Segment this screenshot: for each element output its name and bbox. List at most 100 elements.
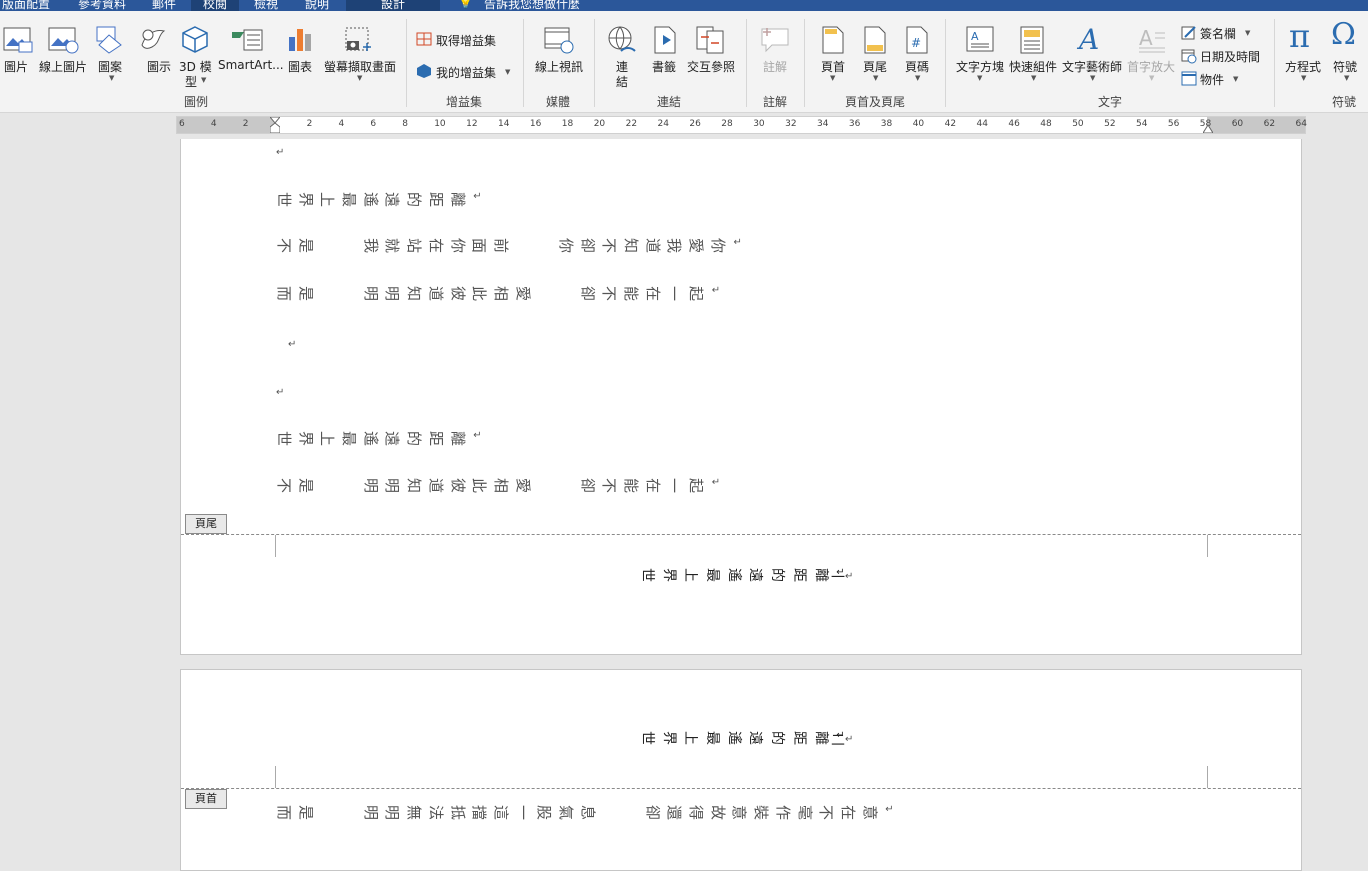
comment-icon — [761, 28, 789, 53]
page-number-button[interactable]: 頁碼 — [905, 58, 929, 75]
tab-mailings[interactable]: 郵件 — [152, 0, 176, 11]
ruler-tick-label: 22 — [625, 119, 638, 129]
footer-title[interactable]: 世界上最遙遠的距離 ↵ — [639, 567, 845, 587]
ruler-tick-label: 34 — [817, 119, 829, 129]
chevron-down-icon: ▼ — [1090, 74, 1096, 82]
icons-button[interactable]: 圖示 — [147, 58, 171, 75]
ruler-margin-right — [1207, 117, 1305, 133]
tab-review[interactable]: 校閱 — [191, 0, 240, 11]
group-links-label: 連結 — [657, 95, 682, 109]
group-header-footer-label: 頁首及頁尾 — [845, 95, 906, 109]
ruler-tick-label: 4 — [210, 119, 217, 129]
ruler-tick-label: 8 — [402, 119, 409, 129]
smartart-button[interactable]: SmartArt... — [218, 58, 284, 72]
new-comment-button[interactable]: 註解 — [763, 58, 787, 75]
footer-tag: 頁尾 — [185, 514, 227, 534]
tell-me-icon: 💡 — [458, 0, 473, 9]
ruler-tick-label: 44 — [976, 119, 988, 129]
screenshot-button[interactable]: 螢幕擷取畫面 — [324, 58, 396, 75]
chevron-down-icon: ▼ — [977, 74, 983, 82]
indent-marker-icon[interactable] — [270, 117, 280, 133]
verse-line[interactable]: 不是 我就站在你面前 你卻不知道我愛你 ↵ — [275, 237, 742, 258]
tab-help[interactable]: 說明 — [305, 0, 329, 11]
right-indent-marker-icon[interactable] — [1203, 123, 1213, 133]
chevron-down-icon: ▼ — [915, 74, 921, 82]
ruler-tick-label: 10 — [434, 119, 446, 129]
footer-button[interactable]: 頁尾 — [863, 58, 887, 75]
ribbon-separator — [406, 19, 407, 107]
ruler-tick-label: 56 — [1167, 119, 1180, 129]
chevron-down-icon: ▼ — [357, 74, 363, 82]
signature-line-button[interactable]: 簽名欄 — [1200, 25, 1236, 42]
drop-cap-button[interactable]: 首字放大 — [1127, 58, 1175, 75]
verse-line[interactable]: 而是 明明無法抵擋這一股氣息 卻還得故意裝作毫不在意 ↵ — [275, 804, 894, 825]
3d-models-label-2: 型 — [185, 75, 198, 89]
tab-design[interactable]: 設計 — [346, 0, 441, 11]
ruler-margin-left — [177, 117, 275, 133]
ruler-tick-label: 24 — [657, 119, 669, 129]
tell-me-search[interactable]: 告訴我您想做什麼 — [484, 0, 580, 11]
svg-text:#: # — [911, 36, 921, 50]
paragraph-mark: ↵ — [276, 147, 285, 158]
ruler-tick-label: 16 — [529, 119, 542, 129]
chevron-down-icon: ▼ — [201, 76, 207, 84]
footer-page-number[interactable]: 一 — [831, 567, 845, 587]
group-media-label: 媒體 — [546, 95, 571, 109]
pictures-button[interactable]: 圖片 — [4, 58, 28, 75]
my-addins-icon — [417, 64, 431, 78]
online-video-icon — [544, 27, 574, 54]
online-pictures-button[interactable]: 線上圖片 — [39, 58, 87, 75]
ruler-tick-label: 60 — [1231, 119, 1244, 129]
chevron-down-icon: ▼ — [873, 74, 879, 82]
picture-icon — [3, 27, 33, 53]
equation-button[interactable]: 方程式 — [1285, 58, 1321, 75]
header-button[interactable]: 頁首 — [821, 58, 845, 75]
ruler-tick-label: 2 — [306, 119, 313, 129]
ruler-tick-label: 50 — [1072, 119, 1084, 129]
ruler-tick-label: 28 — [721, 119, 733, 129]
header-icon — [822, 26, 844, 54]
header-tag: 頁首 — [185, 789, 227, 809]
ruler-tick-label: 2 — [242, 119, 249, 129]
ruler-tick-label: 26 — [689, 119, 701, 129]
ruler-tick-label: 38 — [880, 119, 893, 129]
ribbon-separator — [945, 19, 946, 107]
bookmark-button[interactable]: 書籤 — [652, 58, 676, 75]
paragraph-mark: ↵ — [845, 571, 854, 582]
margin-corner — [275, 535, 276, 557]
get-addins-button[interactable]: 取得增益集 — [436, 32, 496, 49]
paragraph-mark: ↵ — [288, 339, 297, 350]
my-addins-button[interactable]: 我的增益集 — [436, 64, 496, 81]
verse-line[interactable]: 世界上最遙遠的距離 ↵ — [275, 191, 482, 212]
ruler-tick-label: 64 — [1295, 119, 1307, 129]
online-picture-icon — [48, 27, 79, 54]
group-illustrations-label: 圖例 — [184, 95, 209, 109]
link-label-2: 結 — [616, 75, 629, 89]
ruler-tick-label: 62 — [1263, 119, 1276, 129]
object-button[interactable]: 物件 — [1200, 71, 1224, 88]
symbol-button[interactable]: 符號 — [1333, 58, 1357, 75]
date-time-icon — [1181, 49, 1197, 64]
tab-references[interactable]: 參考資料 — [78, 0, 126, 11]
margin-corner — [275, 766, 276, 788]
verse-line[interactable]: 而是 明明知道彼此相愛 卻不能在一起 ↵ — [275, 285, 720, 306]
verse-line[interactable]: 世界上最遙遠的距離 ↵ — [275, 430, 482, 451]
shapes-button[interactable]: 圖案 — [98, 58, 122, 75]
cross-reference-button[interactable]: 交互參照 — [687, 58, 735, 75]
text-box-button[interactable]: 文字方塊 — [956, 58, 1004, 75]
online-video-button[interactable]: 線上視訊 — [535, 58, 583, 75]
ruler-tick-label: 32 — [785, 119, 797, 129]
date-time-button[interactable]: 日期及時間 — [1200, 48, 1260, 65]
tab-view[interactable]: 檢視 — [254, 0, 278, 11]
verse-line[interactable]: 不是 明明知道彼此相愛 卻不能在一起 ↵ — [275, 477, 720, 498]
header-title[interactable]: 世界上最遙遠的距離 ↵ — [639, 730, 845, 750]
chart-button[interactable]: 圖表 — [288, 58, 312, 75]
wordart-button[interactable]: 文字藝術師 — [1062, 58, 1122, 75]
paragraph-mark: ↵ — [276, 387, 285, 398]
tab-layout[interactable]: 版面配置 — [2, 0, 50, 11]
quick-parts-button[interactable]: 快速組件 — [1009, 58, 1057, 75]
group-addins-label: 增益集 — [446, 95, 483, 109]
ruler-tick-label: 40 — [912, 119, 925, 129]
horizontal-ruler[interactable]: 6 4 2 2 4 6 8 10 12 14 16 18 20 22 24 26 28 30 32 34 36 38 40 4… — [176, 116, 1307, 134]
header-page-number[interactable]: 二 — [831, 730, 845, 750]
